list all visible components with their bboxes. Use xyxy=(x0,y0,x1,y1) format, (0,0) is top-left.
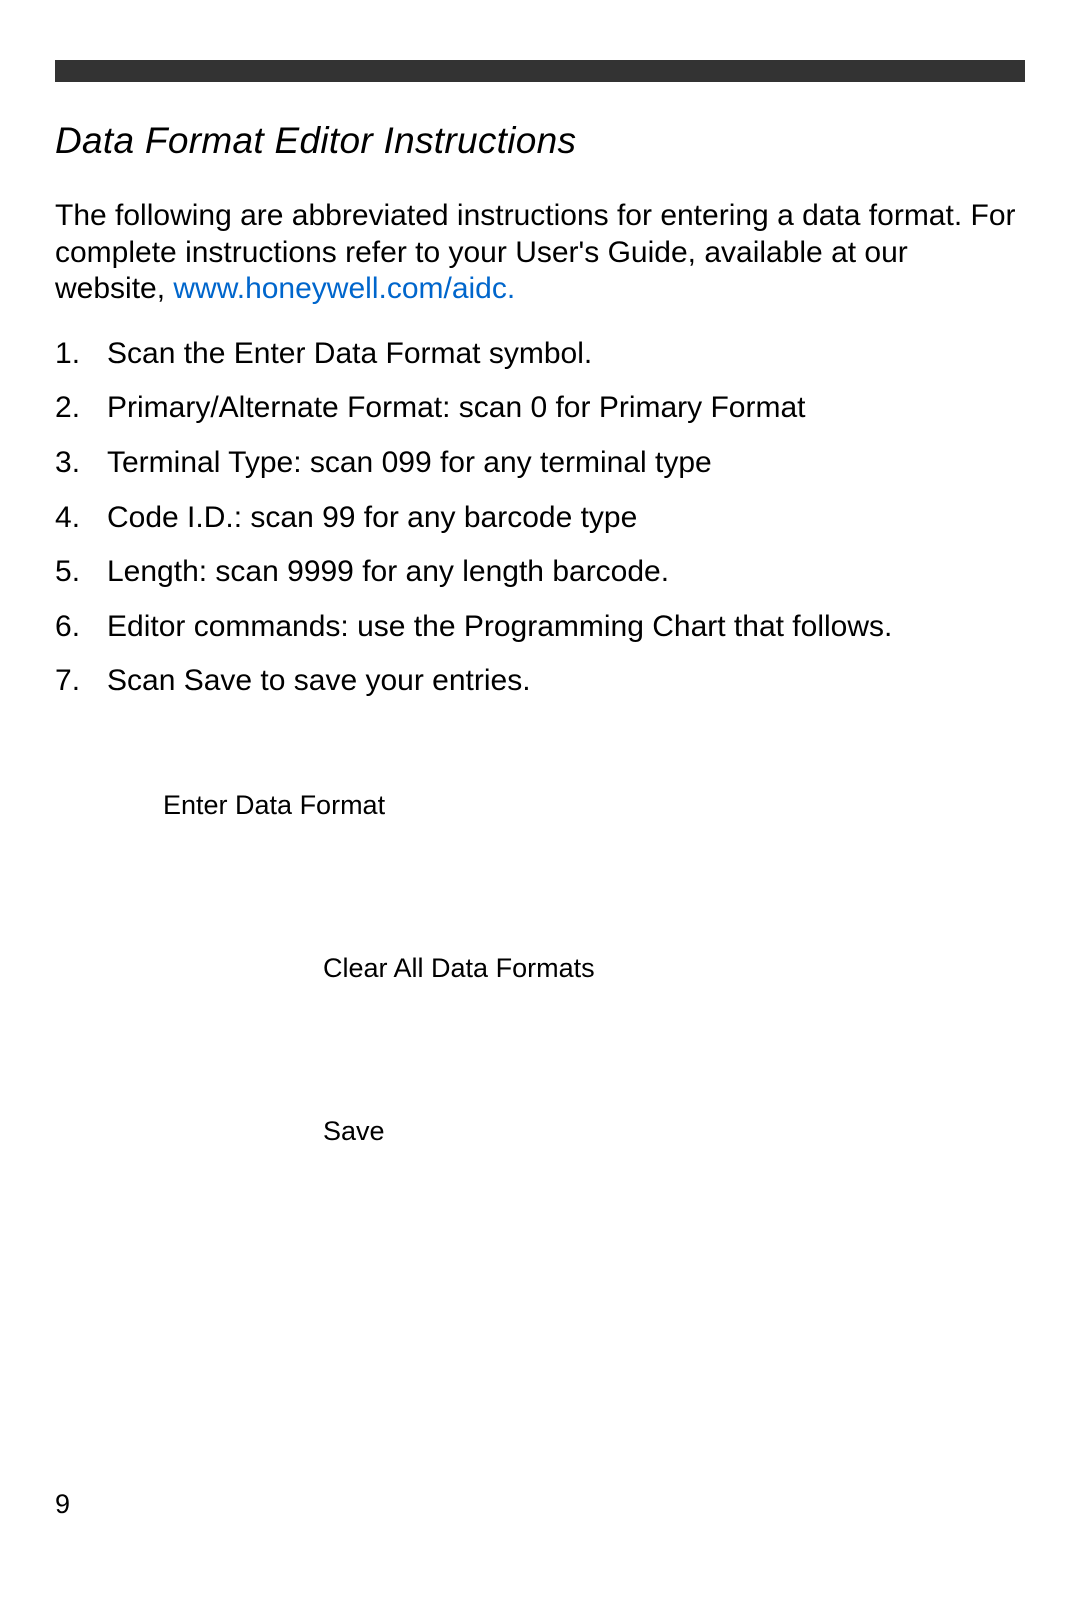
page-number: 9 xyxy=(55,1489,70,1520)
barcode-label-clear: Clear All Data Formats xyxy=(323,953,1025,984)
instruction-item: Primary/Alternate Format: scan 0 for Pri… xyxy=(55,390,1025,427)
website-link[interactable]: www.honeywell.com/aidc. xyxy=(173,272,515,305)
instruction-item: Length: scan 9999 for any length barcode… xyxy=(55,554,1025,591)
barcode-label-enter: Enter Data Format xyxy=(163,790,1025,821)
instruction-item: Terminal Type: scan 099 for any terminal… xyxy=(55,445,1025,482)
header-bar xyxy=(55,60,1025,82)
barcode-label-save: Save xyxy=(323,1116,1025,1147)
instruction-item: Scan the Enter Data Format symbol. xyxy=(55,336,1025,373)
barcode-labels-section: Enter Data Format Clear All Data Formats… xyxy=(55,790,1025,1147)
intro-paragraph: The following are abbreviated instructio… xyxy=(55,198,1025,308)
instruction-item: Code I.D.: scan 99 for any barcode type xyxy=(55,500,1025,537)
instruction-item: Editor commands: use the Programming Cha… xyxy=(55,609,1025,646)
section-title: Data Format Editor Instructions xyxy=(55,120,1025,162)
instruction-list: Scan the Enter Data Format symbol. Prima… xyxy=(55,336,1025,700)
page-container: Data Format Editor Instructions The foll… xyxy=(0,0,1080,1187)
instruction-item: Scan Save to save your entries. xyxy=(55,663,1025,700)
